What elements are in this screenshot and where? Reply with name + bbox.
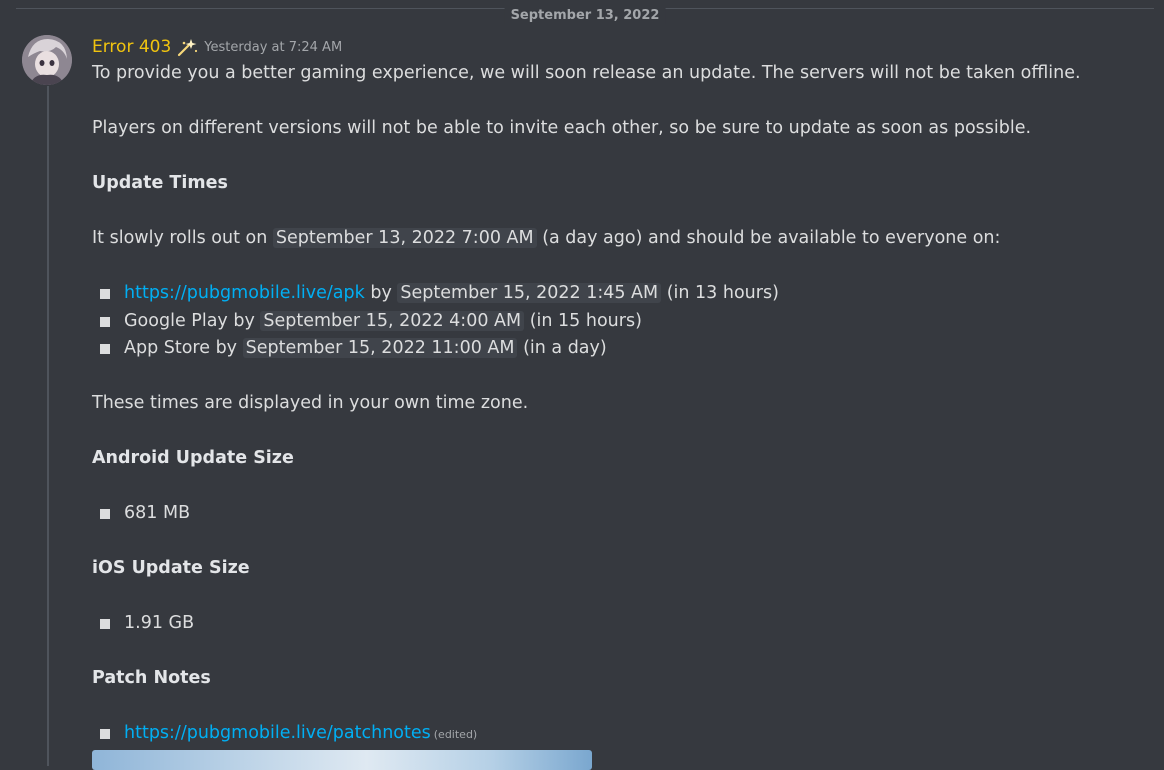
embed-image[interactable] [92, 750, 592, 770]
date-divider: September 13, 2022 [16, 8, 1154, 24]
schedule-relative: (in 13 hours) [666, 283, 779, 303]
message-paragraph: Players on different versions will not b… [92, 118, 1032, 138]
list-item: https://pubgmobile.live/patchnotes (edite… [124, 721, 477, 747]
edited-label: (edited) [433, 728, 478, 741]
bullet-icon [100, 619, 110, 629]
message-header: Error 403 Yesterday at 7:24 AM [92, 35, 342, 59]
schedule-timestamp[interactable]: September 15, 2022 11:00 AM [242, 338, 518, 358]
message-timestamp[interactable]: Yesterday at 7:24 AM [204, 40, 342, 55]
bullet-icon [100, 317, 110, 327]
date-divider-label: September 13, 2022 [504, 8, 666, 24]
schedule-relative: (in a day) [523, 338, 607, 358]
sparkle-badge-icon [177, 37, 199, 57]
schedule-relative: (in 15 hours) [529, 311, 642, 331]
heading-ios-size: iOS Update Size [92, 558, 250, 578]
bullet-icon [100, 289, 110, 299]
android-size-value: 681 MB [124, 503, 191, 523]
list-item: App Store by September 15, 2022 11:00 AM… [124, 336, 607, 360]
google-play-label: Google Play by [124, 311, 255, 331]
list-item: https://pubgmobile.live/apk by September… [124, 281, 779, 305]
message-paragraph: To provide you a better gaming experienc… [92, 63, 1081, 83]
rollout-timestamp[interactable]: September 13, 2022 7:00 AM [272, 228, 537, 248]
list-item: Google Play by September 15, 2022 4:00 A… [124, 309, 642, 333]
rollout-relative: (a day ago) [542, 228, 643, 248]
rollout-prefix: It slowly rolls out on [92, 228, 268, 248]
app-store-label: App Store by [124, 338, 238, 358]
avatar[interactable] [22, 35, 72, 85]
rollout-suffix: and should be available to everyone on: [648, 228, 1001, 248]
avatar-image [22, 35, 72, 85]
schedule-timestamp[interactable]: September 15, 2022 4:00 AM [260, 311, 525, 331]
bullet-icon [100, 729, 110, 739]
username[interactable]: Error 403 [92, 37, 171, 57]
thread-line [47, 86, 49, 766]
by-text: by [370, 283, 392, 303]
bullet-icon [100, 509, 110, 519]
apk-link[interactable]: https://pubgmobile.live/apk [124, 283, 365, 303]
rollout-line: It slowly rolls out on September 13, 202… [92, 226, 1000, 250]
timezone-note: These times are displayed in your own ti… [92, 393, 529, 413]
bullet-icon [100, 344, 110, 354]
heading-android-size: Android Update Size [92, 448, 294, 468]
heading-patch-notes: Patch Notes [92, 668, 211, 688]
patchnotes-link[interactable]: https://pubgmobile.live/patchnotes [124, 723, 431, 743]
heading-update-times: Update Times [92, 173, 228, 193]
ios-size-value: 1.91 GB [124, 613, 195, 633]
schedule-timestamp[interactable]: September 15, 2022 1:45 AM [397, 283, 662, 303]
